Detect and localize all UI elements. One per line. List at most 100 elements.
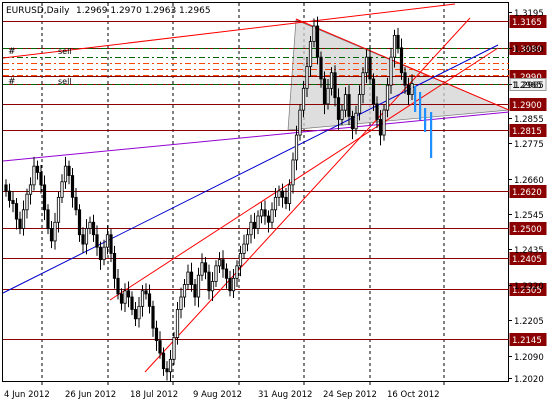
candle-body xyxy=(217,259,222,267)
candle-body xyxy=(133,309,138,320)
candle-body xyxy=(214,265,218,282)
candle-body xyxy=(28,184,33,195)
axis-tick-label: 1.2320 xyxy=(514,282,544,292)
candle-body xyxy=(347,94,351,117)
projection-bar xyxy=(424,108,427,132)
candle-body xyxy=(196,274,201,298)
candle-body xyxy=(221,259,225,270)
candle-body xyxy=(410,83,414,95)
axis-tick-label: 18 Jul 2012 xyxy=(130,390,178,400)
candle-body xyxy=(224,268,229,279)
candle-body xyxy=(21,209,26,229)
candle-body xyxy=(210,281,215,292)
candle-body xyxy=(364,56,369,74)
candle-body xyxy=(144,290,148,295)
candle-body xyxy=(406,84,411,95)
axis-tick-label: 26 Jun 2012 xyxy=(65,390,116,400)
candle-body xyxy=(382,109,386,136)
price-level-value: 1.2405 xyxy=(512,255,542,265)
candle-body xyxy=(403,72,407,86)
candle-body xyxy=(53,221,57,242)
candle-body xyxy=(182,284,187,298)
candle-body xyxy=(154,327,159,342)
candle-body xyxy=(301,87,306,111)
candle-body xyxy=(147,293,152,307)
candle-body xyxy=(385,84,390,111)
candle-body xyxy=(119,293,124,304)
axis-tick-label: 31 Aug 2012 xyxy=(258,390,312,400)
price-level-value: 1.3165 xyxy=(512,18,542,28)
candle-body xyxy=(378,119,383,136)
candle-body xyxy=(245,234,250,245)
candle-body xyxy=(130,296,134,310)
candle-body xyxy=(193,284,197,298)
candle-body xyxy=(32,165,36,186)
candle-body xyxy=(63,165,68,183)
candle-body xyxy=(270,209,274,223)
candle-body xyxy=(329,72,334,89)
candle-body xyxy=(140,290,145,307)
chart-canvas[interactable]: 1.31651.30801.29901.29651.29001.28151.26… xyxy=(0,0,552,406)
candle-body xyxy=(49,228,54,242)
candle-body xyxy=(203,262,208,273)
candle-body xyxy=(102,246,106,261)
price-level-value: 1.2815 xyxy=(512,127,542,137)
trade-marker[interactable]: # xyxy=(8,47,16,57)
axis-tick-label: 1.2090 xyxy=(514,353,544,363)
axis-tick-label: 1.3080 xyxy=(514,45,544,55)
candle-body xyxy=(77,209,82,236)
candle-body xyxy=(287,184,292,204)
price-level-value: 1.2145 xyxy=(512,336,542,346)
candle-body xyxy=(91,221,96,236)
candle-body xyxy=(81,234,85,245)
axis-tick-label: 1.2965 xyxy=(514,81,544,91)
candle-body xyxy=(109,234,113,254)
candle-body xyxy=(18,218,22,229)
axis-tick-label: 1.2435 xyxy=(514,246,544,256)
axis-tick-label: 1.2545 xyxy=(514,211,544,221)
candle-body xyxy=(280,190,285,198)
candle-body xyxy=(189,271,194,285)
candle-body xyxy=(112,253,117,279)
candle-body xyxy=(67,165,71,176)
candle-body xyxy=(259,209,264,217)
candle-body xyxy=(42,184,47,211)
candle-body xyxy=(46,209,50,229)
axis-tick-label: 24 Sep 2012 xyxy=(323,390,377,400)
candle-body xyxy=(350,115,355,130)
candle-body xyxy=(340,109,344,120)
axis-tick-label: 1.2855 xyxy=(514,115,544,125)
candle-body xyxy=(308,41,313,67)
candle-body xyxy=(284,196,288,204)
candle-body xyxy=(354,112,358,130)
candle-body xyxy=(298,109,302,136)
candle-body xyxy=(368,56,372,80)
candle-body xyxy=(88,221,92,229)
trade-label-sell[interactable]: sell xyxy=(58,47,72,56)
candle-body xyxy=(7,190,12,201)
trading-chart-window[interactable]: 1.31651.30801.29901.29651.29001.28151.26… xyxy=(0,0,552,406)
price-level-value: 1.2620 xyxy=(512,188,542,198)
candle-body xyxy=(238,253,243,267)
candle-body xyxy=(168,358,173,373)
candle-body xyxy=(123,290,127,304)
candle-body xyxy=(326,87,330,105)
candle-body xyxy=(74,196,78,211)
candle-body xyxy=(4,184,8,192)
candle-body xyxy=(242,243,246,254)
candle-body xyxy=(343,94,348,111)
candle-body xyxy=(266,215,271,223)
trade-marker[interactable]: # xyxy=(8,77,16,87)
axis-tick-label: 4 Jun 2012 xyxy=(4,390,50,400)
candle-body xyxy=(333,72,337,99)
candle-body xyxy=(39,172,43,186)
axis-tick-label: 1.3195 xyxy=(514,9,544,19)
trade-label-sell[interactable]: sell xyxy=(58,77,72,86)
candle-body xyxy=(186,271,190,285)
candle-body xyxy=(70,175,75,198)
candle-body xyxy=(256,215,260,229)
candle-body xyxy=(319,56,323,80)
candle-body xyxy=(231,277,236,292)
candle-body xyxy=(116,277,120,295)
projection-bar xyxy=(414,86,417,112)
